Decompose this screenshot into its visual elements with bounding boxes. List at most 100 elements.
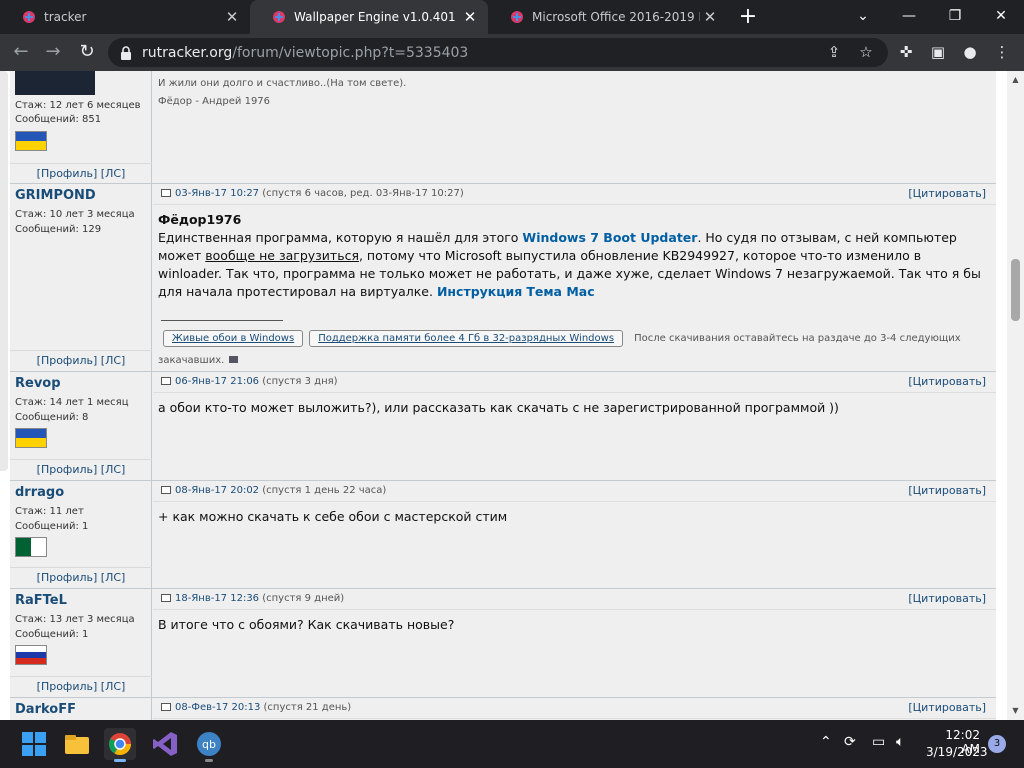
flag-ukraine-icon — [15, 428, 47, 448]
profile-links[interactable]: [Профиль] [ЛС] — [10, 567, 152, 584]
post-paragraph: Единственная программа, которую я нашёл … — [158, 229, 986, 301]
post-raftel: RaFTeL Стаж: 13 лет 3 месяца Сообщений: … — [10, 589, 996, 698]
close-tab-icon[interactable]: ✕ — [460, 8, 480, 26]
scroll-up-arrow-icon[interactable]: ▲ — [1007, 73, 1024, 87]
post-header: 08-Янв-17 20:02 (спустя 1 день 22 часа) … — [153, 481, 996, 502]
author-nick[interactable]: GRIMPOND — [15, 188, 96, 203]
address-bar[interactable]: rutracker.org/forum/viewtopic.php?t=5335… — [108, 38, 888, 67]
post-text: В итоге что с обоями? Как скачивать новы… — [158, 617, 455, 632]
restore-button[interactable]: ❐ — [932, 0, 978, 34]
flag-russia-icon — [15, 645, 47, 665]
monitor-icon[interactable]: ▭ — [872, 734, 885, 750]
profile-avatar-icon[interactable]: ● — [960, 42, 980, 62]
share-icon[interactable]: ⇪ — [824, 42, 844, 62]
notification-badge[interactable]: 3 — [988, 735, 1006, 753]
close-tab-icon[interactable]: ✕ — [700, 8, 720, 26]
post-revop: Revop Стаж: 14 лет 1 месяц Сообщений: 8 … — [10, 372, 996, 481]
boot-updater-link[interactable]: Windows 7 Boot Updater — [522, 230, 697, 245]
author-nick[interactable]: drrago — [15, 485, 64, 500]
profile-links[interactable]: [Профиль] [ЛС] — [10, 459, 152, 476]
post-date[interactable]: 18-Янв-17 12:36 — [175, 593, 259, 604]
mac-theme-link[interactable]: Тема Mac — [526, 284, 594, 299]
post-body: И жили они долго и счастливо..(На том св… — [153, 71, 996, 183]
live-wallpapers-link[interactable]: Живые обои в Windows — [163, 330, 304, 347]
close-tab-icon[interactable]: ✕ — [222, 8, 242, 26]
tab-title: tracker — [44, 10, 87, 24]
chrome-icon[interactable] — [104, 728, 136, 762]
url-path: /forum/viewtopic.php?t=5335403 — [232, 44, 469, 61]
tab-microsoft-office[interactable]: Microsoft Office 2016-2019 RUS- ✕ — [488, 0, 728, 34]
clock-date[interactable]: 3/19/2023 — [926, 745, 988, 759]
author-experience: Стаж: 12 лет 6 месяцев — [15, 100, 141, 111]
extensions-puzzle-icon[interactable]: ✜ — [896, 42, 916, 62]
post-icon — [161, 703, 171, 711]
instruction-link[interactable]: Инструкция — [437, 284, 522, 299]
author-column: Revop Стаж: 14 лет 1 месяц Сообщений: 8 … — [10, 372, 152, 480]
post-date[interactable]: 08-Фев-17 20:13 — [175, 702, 260, 713]
post-header: 03-Янв-17 10:27 (спустя 6 часов, ред. 03… — [153, 184, 996, 205]
author-nick[interactable]: DarkoFF — [15, 702, 76, 717]
author-experience: Стаж: 11 лет — [15, 506, 84, 517]
file-explorer-icon[interactable] — [61, 728, 93, 760]
quote-button[interactable]: [Цитировать] — [908, 589, 986, 609]
addressee: Фёдор1976 — [158, 212, 242, 227]
post-body: 08-Фев-17 20:13 (спустя 21 день) [Цитиро… — [153, 698, 996, 720]
bookmark-star-icon[interactable]: ☆ — [856, 42, 876, 62]
post-body: 06-Янв-17 21:06 (спустя 3 дня) [Цитирова… — [153, 372, 996, 480]
menu-kebab-icon[interactable]: ⋮ — [992, 42, 1012, 62]
visual-studio-icon[interactable] — [149, 728, 181, 760]
windows-start-icon[interactable] — [18, 728, 50, 760]
post-header: 08-Фев-17 20:13 (спустя 21 день) [Цитиро… — [153, 698, 996, 719]
post-date[interactable]: 08-Янв-17 20:02 — [175, 485, 259, 496]
scroll-down-arrow-icon[interactable]: ▼ — [1007, 704, 1024, 718]
forward-arrow-icon[interactable]: → — [42, 41, 64, 63]
post-text: + как можно скачать к себе обои с мастер… — [158, 509, 508, 524]
quote-button[interactable]: [Цитировать] — [908, 372, 986, 392]
reload-icon[interactable]: ↻ — [76, 41, 98, 63]
sync-icon[interactable]: ⟳ — [844, 734, 856, 750]
tab-tracker[interactable]: tracker ✕ — [0, 0, 250, 34]
qbittorrent-icon[interactable]: qb — [193, 728, 225, 762]
flag-algeria-icon — [15, 537, 47, 557]
author-post-count: Сообщений: 1 — [15, 629, 89, 640]
post-icon — [161, 189, 171, 197]
page-scrollbar[interactable]: ▲ ▼ — [1007, 71, 1024, 720]
quote-button[interactable]: [Цитировать] — [908, 481, 986, 501]
close-window-button[interactable]: ✕ — [978, 0, 1024, 34]
memory-support-link[interactable]: Поддержка памяти более 4 Гб в 32-разрядн… — [309, 330, 624, 347]
smiley-icon — [229, 356, 239, 363]
post-body: 03-Янв-17 10:27 (спустя 6 часов, ред. 03… — [153, 184, 996, 371]
signature-block: Живые обои в Windows Поддержка памяти бол… — [158, 326, 966, 370]
left-gutter — [0, 71, 10, 720]
tab-wallpaper-engine[interactable]: Wallpaper Engine v1.0.401 Portal ✕ — [250, 0, 488, 34]
signature-divider — [161, 320, 283, 321]
running-indicator — [205, 759, 213, 762]
post-date[interactable]: 03-Янв-17 10:27 — [175, 188, 259, 199]
profile-links[interactable]: [Профиль] [ЛС] — [10, 350, 152, 367]
post-partial-top: Стаж: 12 лет 6 месяцев Сообщений: 851 [П… — [10, 71, 996, 184]
author-nick[interactable]: RaFTeL — [15, 593, 67, 608]
new-tab-button[interactable]: + — [736, 4, 760, 30]
tab-search-chevron-icon[interactable]: ⌄ — [840, 0, 886, 34]
author-nick[interactable]: Revop — [15, 376, 61, 391]
back-arrow-icon[interactable]: ← — [10, 41, 32, 63]
active-indicator — [114, 759, 126, 762]
flag-ukraine-icon — [15, 131, 47, 151]
rutracker-favicon-icon — [22, 10, 36, 24]
post-date[interactable]: 06-Янв-17 21:06 — [175, 376, 259, 387]
show-hidden-icons-chevron-icon[interactable]: ⌃ — [820, 734, 832, 750]
quote-button[interactable]: [Цитировать] — [908, 698, 986, 718]
post-ago: (спустя 1 день 22 часа) — [262, 485, 387, 496]
post-header: 06-Янв-17 21:06 (спустя 3 дня) [Цитирова… — [153, 372, 996, 393]
post-header: 18-Янв-17 12:36 (спустя 9 дней) [Цитиров… — [153, 589, 996, 610]
author-post-count: Сообщений: 129 — [15, 224, 102, 235]
minimize-button[interactable]: — — [886, 0, 932, 34]
profile-links[interactable]: [Профиль] [ЛС] — [10, 163, 152, 180]
author-column: GRIMPOND Стаж: 10 лет 3 месяца Сообщений… — [10, 184, 152, 371]
volume-icon[interactable]: 🔈︎ — [896, 734, 904, 750]
profile-links[interactable]: [Профиль] [ЛС] — [10, 676, 152, 693]
quote-button[interactable]: [Цитировать] — [908, 184, 986, 204]
text-span: Единственная программа, которую я нашёл … — [158, 230, 523, 245]
side-panel-icon[interactable]: ▣ — [928, 42, 948, 62]
scroll-thumb[interactable] — [1011, 259, 1020, 321]
